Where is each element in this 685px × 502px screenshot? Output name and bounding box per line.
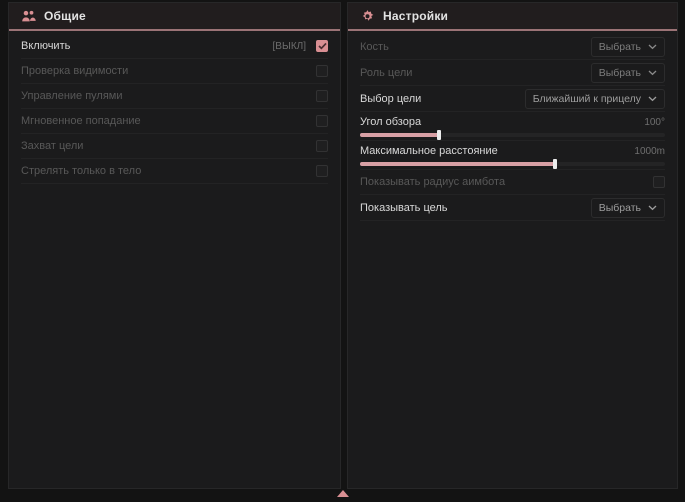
setting-row-show-target: Показывать цель Выбрать [360, 195, 665, 221]
instant-hit-checkbox[interactable] [316, 115, 328, 127]
slider-thumb[interactable] [437, 130, 441, 140]
setting-row-target-selection: Выбор цели Ближайший к прицелу [360, 86, 665, 112]
fov-slider[interactable] [360, 133, 665, 137]
body-only-checkbox[interactable] [316, 165, 328, 177]
setting-row-body-only: Стрелять только в тело [21, 159, 328, 184]
setting-row-enable: Включить [ВЫКЛ] [21, 34, 328, 59]
target-selection-dropdown[interactable]: Ближайший к прицелу [525, 89, 665, 109]
setting-label: Выбор цели [360, 93, 421, 105]
panel-title: Настройки [383, 9, 448, 23]
setting-label: Показывать цель [360, 202, 448, 214]
slider-thumb[interactable] [553, 159, 557, 169]
slider-fill [360, 162, 555, 166]
setting-row-show-radius: Показывать радиус аимбота [360, 170, 665, 195]
setting-label: Максимальное расстояние [360, 145, 498, 157]
setting-label: Стрелять только в тело [21, 165, 141, 177]
show-target-dropdown[interactable]: Выбрать [591, 198, 665, 218]
gear-icon [360, 9, 375, 24]
setting-label: Включить [21, 40, 70, 52]
setting-label: Роль цели [360, 67, 412, 79]
panel-general-body: Включить [ВЫКЛ] Проверка видимости Управ… [9, 31, 340, 184]
setting-label: Проверка видимости [21, 65, 128, 77]
visibility-check-checkbox[interactable] [316, 65, 328, 77]
keybind-state-tag[interactable]: [ВЫКЛ] [273, 41, 306, 52]
target-lock-checkbox[interactable] [316, 140, 328, 152]
dropdown-value: Выбрать [599, 41, 641, 53]
bullet-control-checkbox[interactable] [316, 90, 328, 102]
chevron-down-icon [648, 96, 657, 102]
panel-settings: Настройки Кость Выбрать Роль цели Выбрат… [347, 2, 678, 489]
panel-settings-body: Кость Выбрать Роль цели Выбрать [348, 31, 677, 221]
setting-label: Мгновенное попадание [21, 115, 141, 127]
setting-row-bone: Кость Выбрать [360, 34, 665, 60]
users-icon [21, 9, 36, 24]
check-icon [318, 42, 327, 50]
setting-label: Управление пулями [21, 90, 123, 102]
scroll-up-arrow-icon[interactable] [337, 490, 349, 497]
slider-value: 100° [644, 117, 665, 128]
setting-row-visibility-check: Проверка видимости [21, 59, 328, 84]
slider-head: Максимальное расстояние 1000m [360, 144, 665, 158]
setting-row-bullet-control: Управление пулями [21, 84, 328, 109]
max-distance-slider[interactable] [360, 162, 665, 166]
setting-label: Кость [360, 41, 389, 53]
slider-head: Угол обзора 100° [360, 115, 665, 129]
slider-fill [360, 133, 439, 137]
chevron-down-icon [648, 205, 657, 211]
setting-row-instant-hit: Мгновенное попадание [21, 109, 328, 134]
chevron-down-icon [648, 44, 657, 50]
target-role-dropdown[interactable]: Выбрать [591, 63, 665, 83]
setting-label: Угол обзора [360, 116, 421, 128]
setting-row-target-lock: Захват цели [21, 134, 328, 159]
slider-value: 1000m [634, 146, 665, 157]
setting-row-fov: Угол обзора 100° [360, 112, 665, 141]
show-radius-checkbox[interactable] [653, 176, 665, 188]
panel-general-header: Общие [9, 3, 340, 29]
panel-settings-header: Настройки [348, 3, 677, 29]
setting-row-max-distance: Максимальное расстояние 1000m [360, 141, 665, 170]
panel-title: Общие [44, 9, 86, 23]
chevron-down-icon [648, 70, 657, 76]
setting-row-target-role: Роль цели Выбрать [360, 60, 665, 86]
panel-general: Общие Включить [ВЫКЛ] Проверка видимости [8, 2, 341, 489]
setting-label: Показывать радиус аимбота [360, 176, 505, 188]
enable-checkbox[interactable] [316, 40, 328, 52]
dropdown-value: Выбрать [599, 202, 641, 214]
dropdown-value: Выбрать [599, 67, 641, 79]
setting-label: Захват цели [21, 140, 83, 152]
dropdown-value: Ближайший к прицелу [533, 93, 641, 105]
overlay-canvas: Общие Включить [ВЫКЛ] Проверка видимости [0, 0, 685, 502]
bone-dropdown[interactable]: Выбрать [591, 37, 665, 57]
